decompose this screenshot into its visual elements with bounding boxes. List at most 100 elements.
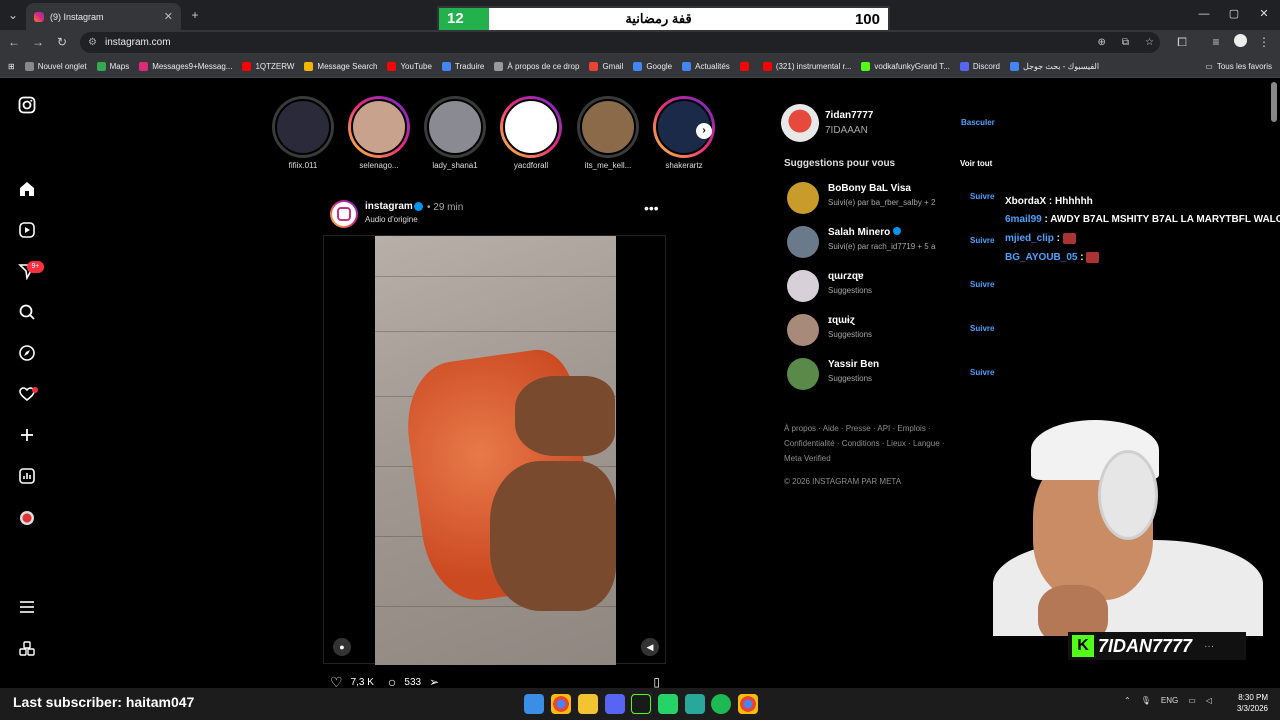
discord-icon[interactable] — [605, 694, 625, 714]
see-all-link[interactable]: Voir tout — [960, 159, 992, 168]
language-indicator[interactable]: ENG — [1161, 696, 1178, 705]
also-from-meta-icon[interactable] — [16, 640, 38, 662]
post-audio[interactable]: Audio d'origine — [365, 215, 418, 224]
new-tab-icon[interactable]: + — [186, 6, 204, 24]
follow-button[interactable]: Suivre — [970, 192, 994, 201]
bookmark-item[interactable]: Traduire — [441, 62, 484, 71]
more-menu-icon[interactable] — [16, 598, 38, 620]
story-item[interactable]: lady_shana1 — [423, 96, 487, 170]
bookmark-item[interactable]: À propos de ce drop — [494, 62, 579, 71]
page-scrollbar[interactable] — [1271, 82, 1277, 122]
extensions-icon[interactable]: ⧠ — [1174, 34, 1190, 50]
suggestion-name[interactable]: ɪɋɯɨɀ — [828, 315, 855, 326]
chrome-icon[interactable] — [551, 694, 571, 714]
post-video[interactable] — [375, 236, 616, 665]
my-avatar[interactable] — [781, 104, 819, 142]
bookmark-item[interactable]: Maps — [96, 62, 129, 71]
bookmark-item[interactable]: الفيسبوك - بحث جوجل — [1009, 62, 1099, 71]
dashboard-icon[interactable] — [16, 467, 38, 489]
app-icon[interactable] — [685, 694, 705, 714]
save-bookmark-icon[interactable]: ▯ — [653, 675, 660, 689]
bookmark-item[interactable]: Gmail — [589, 62, 623, 71]
follow-button[interactable]: Suivre — [970, 280, 994, 289]
story-item[interactable]: its_me_kell... — [576, 96, 640, 170]
chat-username[interactable]: XbordaX — [1005, 196, 1046, 207]
close-window-icon[interactable]: ✕ — [1253, 6, 1275, 22]
bookmark-item[interactable]: Nouvel onglet — [24, 62, 87, 71]
switch-account-link[interactable]: Basculer — [961, 118, 995, 127]
suggestion-avatar[interactable] — [787, 270, 819, 302]
back-icon[interactable]: ← — [6, 34, 22, 50]
likes-count[interactable]: 7,3 K — [351, 677, 374, 688]
bookmark-item[interactable]: vodkafunkyGrand T... — [861, 62, 950, 71]
post-media[interactable]: ● ◀ — [323, 235, 666, 665]
home-icon[interactable] — [16, 180, 38, 202]
comments-count[interactable]: 533 — [404, 677, 421, 688]
mic-icon[interactable]: 🎙 — [1141, 696, 1151, 705]
suggestion-name[interactable]: Salah Minero — [828, 227, 902, 238]
explore-icon[interactable] — [16, 344, 38, 366]
reels-icon[interactable] — [16, 221, 38, 243]
instagram-logo-icon[interactable] — [16, 96, 38, 118]
bookmark-item[interactable]: YouTube — [387, 62, 432, 71]
tab-search-icon[interactable]: ⌄ — [4, 6, 22, 24]
spotify-icon[interactable] — [711, 694, 731, 714]
tray-chevron-icon[interactable]: ⌃ — [1124, 696, 1131, 705]
reload-icon[interactable]: ↻ — [54, 34, 70, 50]
volume-icon[interactable]: ◁ — [1206, 696, 1212, 705]
bookmark-item[interactable]: Messages9+Messag... — [139, 62, 232, 71]
apps-icon[interactable]: ⊞ — [8, 62, 15, 71]
search-icon[interactable] — [16, 303, 38, 325]
bookmark-star-icon[interactable]: ☆ — [1145, 37, 1154, 48]
share-icon[interactable]: ➢ — [429, 675, 439, 689]
media-icon[interactable]: ≡ — [1208, 34, 1224, 50]
bookmark-item[interactable]: Message Search — [304, 62, 377, 71]
forward-icon[interactable]: → — [30, 34, 46, 50]
bookmark-item[interactable]: Discord — [959, 62, 1000, 71]
chrome-active-icon[interactable] — [738, 694, 758, 714]
sound-icon[interactable]: ◀ — [641, 638, 659, 656]
create-plus-icon[interactable] — [16, 426, 38, 448]
close-tab-icon[interactable]: ✕ — [164, 10, 173, 23]
suggestion-avatar[interactable] — [787, 314, 819, 346]
bookmark-item[interactable]: Actualités — [682, 62, 730, 71]
post-username[interactable]: instagram — [365, 201, 413, 212]
post-author-avatar[interactable] — [330, 200, 358, 228]
bookmark-item[interactable] — [739, 62, 753, 71]
system-clock[interactable]: 8:30 PM 3/3/2026 — [1226, 692, 1268, 714]
install-icon[interactable]: ⧉ — [1122, 37, 1129, 48]
profile-avatar[interactable] — [1232, 34, 1248, 50]
story-item[interactable]: selenago... — [347, 96, 411, 170]
suggestion-name[interactable]: ɋɯɾzɋɐ — [828, 271, 864, 282]
all-bookmarks[interactable]: ▭ Tous les favoris — [1205, 62, 1272, 71]
follow-button[interactable]: Suivre — [970, 324, 994, 333]
zoom-icon[interactable]: ⊕ — [1098, 37, 1106, 48]
suggestion-name[interactable]: Yassir Ben — [828, 359, 879, 370]
minimize-icon[interactable]: — — [1193, 6, 1215, 22]
network-icon[interactable]: ▭ — [1188, 696, 1196, 705]
file-explorer-icon[interactable] — [578, 694, 598, 714]
whatsapp-icon[interactable] — [658, 694, 678, 714]
suggestion-name[interactable]: BoBony BaL Visa — [828, 183, 911, 194]
suggestion-avatar[interactable] — [787, 182, 819, 214]
bookmark-item[interactable]: Google — [633, 62, 672, 71]
follow-button[interactable]: Suivre — [970, 368, 994, 377]
chat-username[interactable]: 6mail99 — [1005, 214, 1042, 225]
chat-username[interactable]: mjied_clip — [1005, 233, 1054, 244]
my-username[interactable]: 7idan7777 — [825, 110, 873, 121]
post-more-options-icon[interactable]: ••• — [644, 200, 659, 216]
bookmark-item[interactable]: 1QTZERW — [242, 62, 294, 71]
profile-avatar-nav[interactable] — [16, 508, 38, 530]
chat-username[interactable]: BG_AYOUB_05 — [1005, 252, 1077, 263]
follow-button[interactable]: Suivre — [970, 236, 994, 245]
stories-next-button[interactable]: › — [696, 123, 712, 139]
site-info-icon[interactable]: ⚙ — [88, 37, 97, 48]
kick-icon[interactable] — [631, 694, 651, 714]
footer-links[interactable]: À propos · Aide · Presse · API · Emplois… — [784, 421, 964, 466]
suggestion-avatar[interactable] — [787, 358, 819, 390]
url-bar[interactable]: ⚙ instagram.com ⊕ ⧉ ☆ — [80, 32, 1160, 53]
bookmark-item[interactable]: (321) instrumental r... — [762, 62, 851, 71]
menu-icon[interactable]: ⋮ — [1256, 34, 1272, 50]
windows-start-icon[interactable] — [524, 694, 544, 714]
tagged-user-icon[interactable]: ● — [333, 638, 351, 656]
